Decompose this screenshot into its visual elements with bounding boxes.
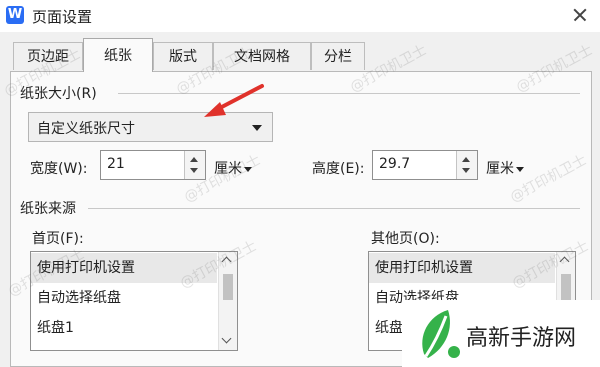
scroll-thumb[interactable] [223, 274, 233, 300]
tab-paper[interactable]: 纸张 [83, 38, 153, 72]
other-pages-label: 其他页(O): [371, 231, 440, 247]
leaf-logo-icon [422, 310, 460, 358]
divider [88, 208, 580, 209]
height-label: 高度(E): [312, 161, 365, 177]
increment-icon[interactable] [462, 157, 470, 162]
width-input[interactable]: 21 [100, 150, 206, 180]
paper-source-label: 纸张来源 [20, 201, 76, 217]
close-icon[interactable] [566, 2, 594, 28]
decrement-icon[interactable] [462, 168, 470, 173]
decrement-icon[interactable] [190, 168, 198, 173]
paper-size-value: 自定义纸张尺寸 [37, 121, 135, 137]
tab-columns[interactable]: 分栏 [311, 42, 365, 70]
increment-icon[interactable] [190, 157, 198, 162]
annotation-arrow-icon [204, 84, 264, 117]
width-label: 宽度(W): [30, 161, 88, 177]
title-bar: W 页面设置 [0, 0, 600, 32]
brand-name: 高新手游网 [466, 326, 577, 351]
dialog-title: 页面设置 [32, 8, 93, 26]
brand-badge: 高新手游网 [402, 300, 600, 367]
list-item[interactable]: 纸盘1 [31, 313, 217, 343]
height-input[interactable]: 29.7 [372, 150, 478, 180]
height-value: 29.7 [379, 156, 411, 172]
dropdown-arrow-icon [252, 125, 262, 131]
scroll-thumb[interactable] [561, 274, 571, 300]
scroll-down-icon[interactable] [221, 333, 232, 344]
height-unit-dropdown[interactable]: 厘米 [486, 158, 524, 178]
width-value: 21 [107, 156, 125, 172]
width-stepper[interactable] [184, 151, 205, 179]
wps-logo-icon: W [6, 6, 24, 24]
height-stepper[interactable] [456, 151, 477, 179]
